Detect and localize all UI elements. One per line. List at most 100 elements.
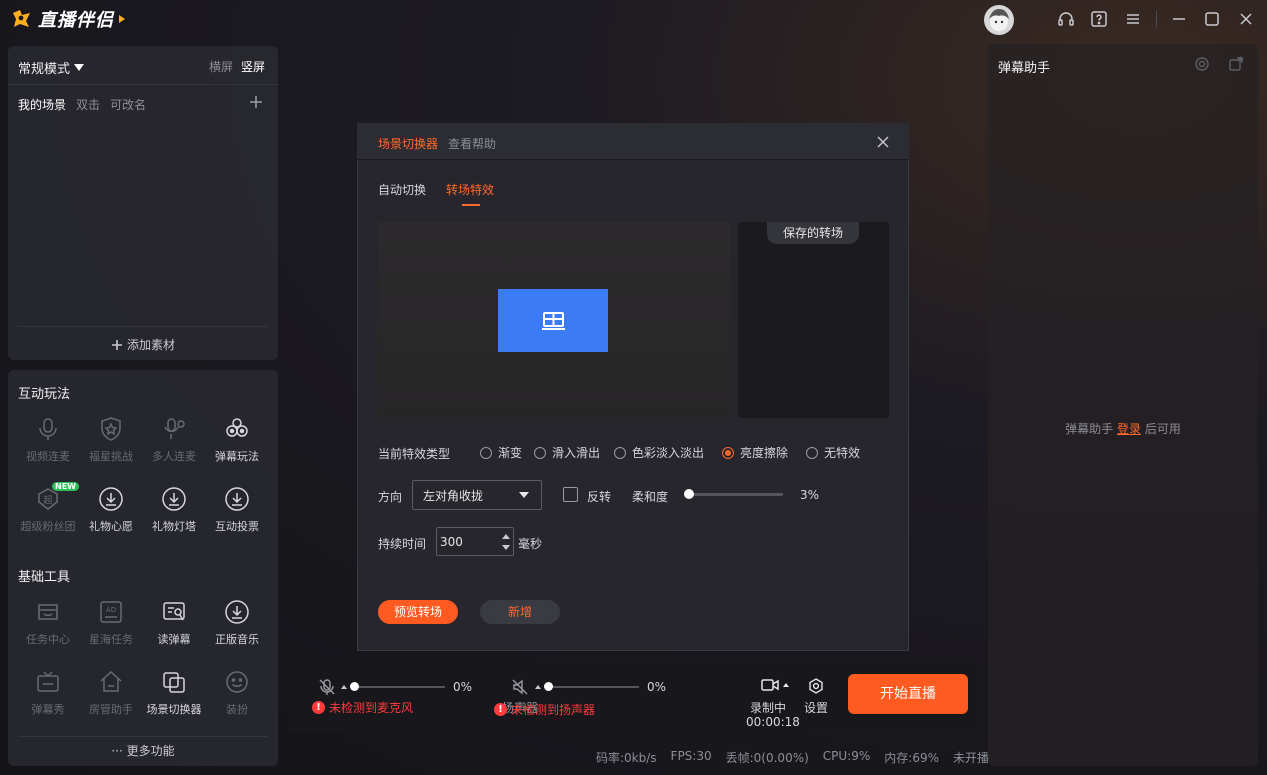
speaker-volume-handle[interactable] [544,682,553,691]
radio-fade[interactable]: 渐变 [480,444,522,461]
tool-label: 星海任务 [89,633,133,646]
title-bar [0,0,1267,40]
softness-label: 柔和度 [632,490,669,504]
recording-label: 录制中 [750,701,787,715]
tool-scene-switcher[interactable]: 场景切换器 [142,669,206,717]
caret-up-icon[interactable] [783,683,789,687]
speaker-volume-slider[interactable] [548,686,639,688]
tab-auto-switch[interactable]: 自动切换 [378,181,426,198]
tool-label: 场景切换器 [146,703,202,716]
softness-slider-handle[interactable] [683,489,694,499]
danmu-settings-icon[interactable] [1194,56,1210,72]
warning-icon: ! [494,703,507,716]
orientation-toggle: 横屏 竖屏 [209,58,265,75]
portrait-button[interactable]: 竖屏 [241,58,265,75]
radio-label: 滑入滑出 [552,446,601,460]
headset-icon[interactable] [1057,10,1075,28]
duration-spinner-icon[interactable] [500,530,512,554]
tool-fuxing[interactable]: 福星挑战 [79,416,143,464]
tool-super-fan[interactable]: 超 NEW 超级粉丝团 [16,482,80,534]
tool-danmu-show[interactable]: 弹幕秀 [16,669,80,717]
settings-label[interactable]: 设置 [804,699,828,716]
tool-video-link[interactable]: 视频连麦 [16,416,80,464]
duration-label: 持续时间 [378,537,427,551]
app-name: 直播伴侣 [38,10,114,31]
radio-label: 渐变 [498,446,523,460]
download-icon [225,487,249,511]
dialog-header [357,123,909,160]
radio-none[interactable]: 无特效 [806,444,860,461]
tool-read-danmu[interactable]: 读弹幕 [142,599,206,647]
ad-icon: AD [100,601,122,623]
start-live-button[interactable]: 开始直播 [848,674,968,714]
help-icon[interactable] [1090,10,1108,28]
dialog-close-icon[interactable] [876,135,890,149]
mic-icon [39,418,57,440]
scene-thumbnail-icon [542,312,565,330]
video-camera-icon[interactable] [761,678,779,692]
tool-gift-wish[interactable]: 礼物心愿 [79,486,143,534]
menu-icon[interactable] [1124,10,1142,28]
tool-label: 任务中心 [26,633,70,646]
scene-name: 我的场景 [18,98,67,112]
status-memory: 内存:69% [884,751,939,765]
help-link[interactable]: 查看帮助 [448,135,496,152]
caret-up-icon[interactable] [341,685,347,689]
minimize-icon[interactable] [1170,10,1188,28]
add-transition-button[interactable]: 新增 [480,600,560,624]
read-danmu-icon [163,602,185,621]
task-icon [38,604,58,620]
tool-multi-link[interactable]: 多人连麦 [142,416,206,464]
danmu-popout-icon[interactable] [1228,56,1244,72]
tool-label: 超级粉丝团 [20,520,76,533]
scenes-panel [8,46,278,360]
saved-transitions-list [738,222,889,418]
add-scene-icon[interactable] [248,94,264,110]
status-live: 未开播 [953,751,990,765]
maximize-icon[interactable] [1203,10,1221,28]
more-features-button[interactable]: ··· 更多功能 [8,742,278,759]
tool-room-admin[interactable]: 房管助手 [79,669,143,717]
tool-music[interactable]: 正版音乐 [205,599,269,647]
radio-color-fade[interactable]: 色彩淡入淡出 [614,444,704,461]
tool-task-center[interactable]: 任务中心 [16,599,80,647]
caret-up-icon[interactable] [535,685,541,689]
mode-dropdown[interactable]: 常规模式 [18,58,85,77]
softness-slider[interactable] [686,493,783,496]
mic-muted-icon[interactable] [318,678,336,696]
tool-danmu-play[interactable]: 弹幕玩法 [205,416,269,464]
logo-arrow-icon [119,15,125,23]
tool-label: 多人连麦 [152,450,196,463]
preview-transition-button[interactable]: 预览转场 [378,600,458,624]
tool-gift-tower[interactable]: 礼物灯塔 [142,486,206,534]
svg-text:AD: AD [106,606,116,614]
divider [18,736,268,737]
settings-icon[interactable] [808,678,824,694]
effect-type-label: 当前特效类型 [378,447,451,461]
mic-volume-slider[interactable] [354,686,445,688]
tab-transition[interactable]: 转场特效 [446,181,494,198]
radio-slide[interactable]: 滑入滑出 [534,444,600,461]
home-icon [100,670,122,692]
multi-mic-icon [164,418,185,439]
tool-label: 读弹幕 [157,633,191,646]
tool-dress-up[interactable]: 装扮 [205,669,269,717]
scene-item[interactable]: 我的场景 双击 可改名 [18,96,146,113]
radio-luma-wipe[interactable]: 亮度擦除 [722,444,788,461]
tool-star-task[interactable]: AD 星海任务 [79,599,143,647]
danmu-login-link[interactable]: 登录 [1117,422,1141,436]
reverse-checkbox[interactable] [563,487,578,502]
landscape-button[interactable]: 横屏 [209,58,233,75]
close-icon[interactable] [1237,10,1255,28]
divider [8,84,278,85]
speaker-muted-icon[interactable] [511,678,529,696]
avatar[interactable] [984,5,1014,35]
mic-volume-handle[interactable] [350,682,359,691]
direction-label: 方向 [378,490,403,504]
danmu-panel [988,44,1258,766]
mode-label: 常规模式 [18,62,71,77]
tool-vote[interactable]: 互动投票 [205,486,269,534]
tab-active-indicator [462,204,480,206]
add-material-button[interactable]: 添加素材 [8,336,278,353]
radio-dot [534,446,546,459]
